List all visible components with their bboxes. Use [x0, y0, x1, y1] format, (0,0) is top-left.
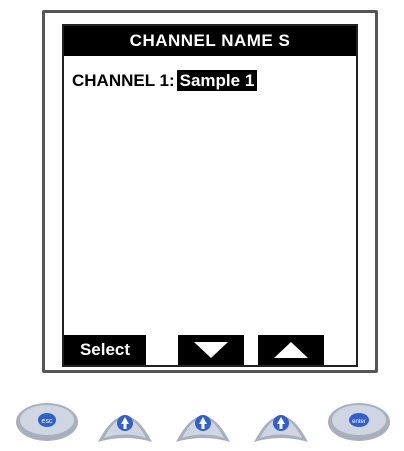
- softkey-1-hardware-button[interactable]: [94, 396, 156, 446]
- triangle-up-icon: [274, 342, 308, 358]
- softkey-2-hardware-button[interactable]: [172, 396, 234, 446]
- down-softkey[interactable]: [178, 335, 244, 365]
- enter-hardware-button[interactable]: enter: [326, 396, 392, 446]
- channel-row: CHANNEL 1: Sample 1: [72, 70, 258, 91]
- channel-label: CHANNEL 1:: [72, 70, 175, 90]
- softkey-3-hardware-button[interactable]: [250, 396, 312, 446]
- softkey-bar: Select: [64, 333, 356, 365]
- select-softkey[interactable]: Select: [64, 335, 146, 365]
- enter-label: enter: [352, 419, 366, 425]
- triangle-down-icon: [194, 342, 228, 358]
- screen-title: CHANNEL NAME S: [64, 26, 356, 56]
- lcd-screen: CHANNEL NAME S CHANNEL 1: Sample 1 Selec…: [62, 24, 358, 367]
- esc-label: esc: [42, 418, 53, 425]
- channel-name-value[interactable]: Sample 1: [176, 70, 258, 91]
- up-softkey[interactable]: [258, 335, 324, 365]
- esc-hardware-button[interactable]: esc: [14, 396, 80, 446]
